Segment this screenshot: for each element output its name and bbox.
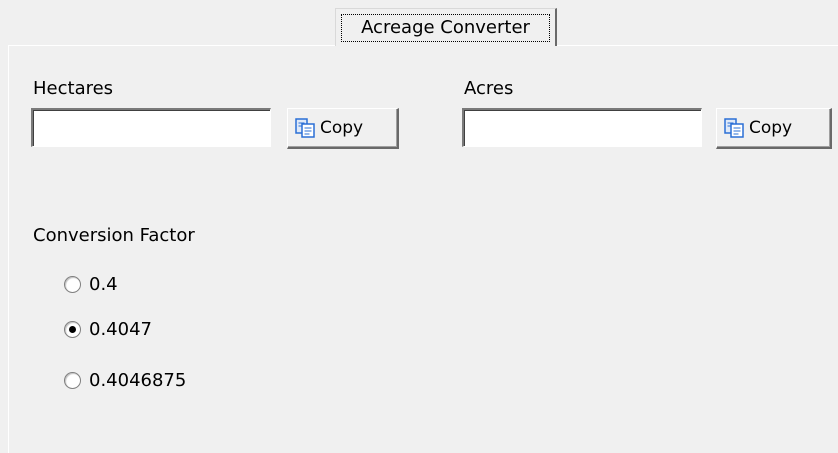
radio-button[interactable] xyxy=(64,275,81,293)
radio-label: 0.4047 xyxy=(89,318,152,340)
radio-option-0-4046875[interactable]: 0.4046875 xyxy=(64,368,186,392)
radio-label: 0.4 xyxy=(89,273,118,295)
copy-button-label: Copy xyxy=(320,118,364,138)
radio-button-selected[interactable] xyxy=(64,320,81,338)
radio-label: 0.4046875 xyxy=(89,369,187,391)
copy-button-label: Copy xyxy=(749,118,793,138)
hectares-label: Hectares xyxy=(33,78,114,99)
acres-label: Acres xyxy=(464,78,514,99)
conversion-factor-label: Conversion Factor xyxy=(33,225,195,246)
radio-option-0-4[interactable]: 0.4 xyxy=(64,272,118,296)
copy-icon xyxy=(724,118,744,138)
tab-acreage-converter[interactable]: Acreage Converter xyxy=(335,8,557,46)
acres-copy-button[interactable]: Copy xyxy=(716,108,832,149)
radio-option-0-4047[interactable]: 0.4047 xyxy=(64,317,152,341)
radio-button[interactable] xyxy=(64,371,81,389)
acres-input[interactable] xyxy=(462,108,702,147)
hectares-input[interactable] xyxy=(31,108,271,147)
copy-icon xyxy=(295,118,315,138)
acreage-converter-window: Acreage Converter Hectares Copy Acres Co… xyxy=(0,0,838,453)
hectares-copy-button[interactable]: Copy xyxy=(287,108,399,149)
tab-label: Acreage Converter xyxy=(341,14,550,42)
